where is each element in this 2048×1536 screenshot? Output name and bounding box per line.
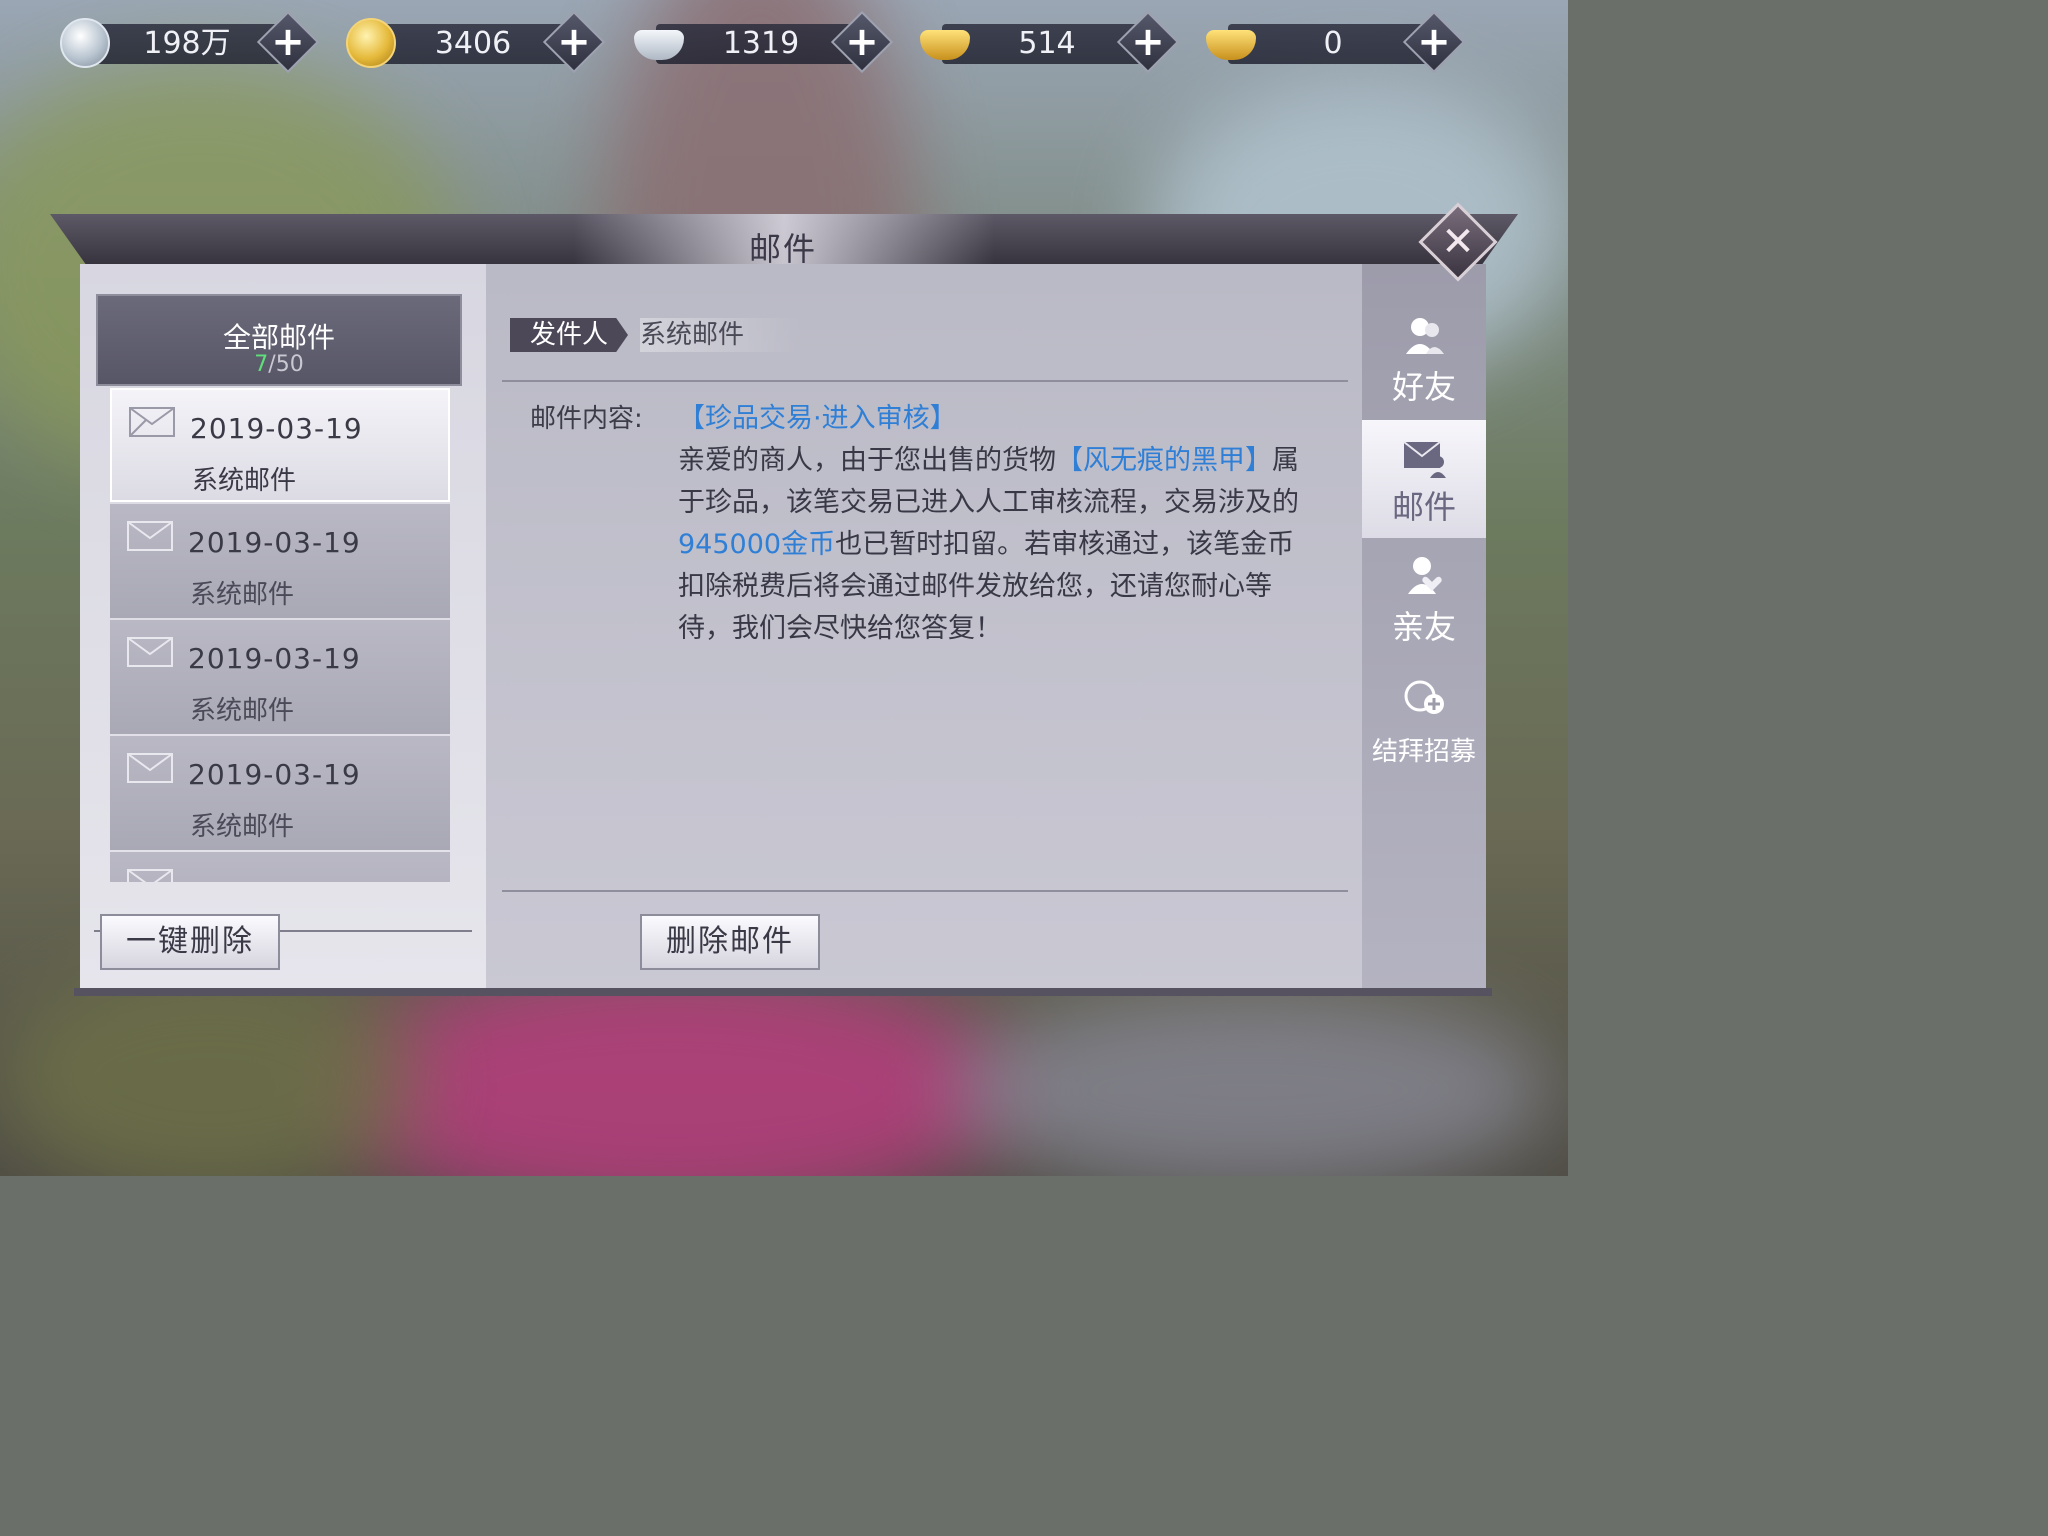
sender-value: 系统邮件 (640, 318, 800, 352)
sworn-recruit-icon (1404, 680, 1444, 714)
friends-icon (1406, 318, 1444, 354)
envelope-icon (127, 521, 173, 551)
nav-mail[interactable]: 邮件 (1362, 420, 1486, 538)
envelope-icon (127, 869, 173, 882)
mail-date: 2019-03-19 (188, 526, 361, 559)
item-name: 【风无痕的黑甲】 (1056, 445, 1272, 476)
mail-list[interactable]: 2019-03-19 系统邮件 2019-03-19 系统邮件 2019-03-… (110, 388, 450, 882)
nav-label: 邮件 (1391, 488, 1456, 526)
mail-sender: 系统邮件 (190, 580, 295, 610)
close-icon: ✕ (1441, 219, 1475, 265)
delete-mail-button[interactable]: 删除邮件 (640, 914, 820, 970)
mail-content-panel: 发件人 系统邮件 邮件内容: 【珍品交易·进入审核】 亲爱的商人，由于您出售的货… (486, 264, 1362, 994)
mail-count: 7/50 (98, 352, 460, 377)
mail-subject: 【珍品交易·进入审核】 (678, 403, 957, 434)
nav-relatives[interactable]: 亲友 (1362, 540, 1486, 658)
mail-list-item[interactable] (110, 852, 450, 882)
envelope-icon (127, 637, 173, 667)
content-label: 邮件内容: (530, 404, 643, 434)
content-divider (502, 380, 1348, 382)
dialog-title: 邮件 (748, 230, 817, 268)
mail-sender: 系统邮件 (192, 466, 297, 496)
nav-label: 结拜招募 (1371, 737, 1476, 767)
mail-sender: 系统邮件 (190, 696, 295, 726)
currency-value: 0 (1323, 26, 1343, 61)
sender-label: 发件人 (510, 318, 628, 352)
currency-silver-ingot: 1319 + (634, 10, 894, 74)
mail-list-item[interactable]: 2019-03-19 系统邮件 (110, 620, 450, 734)
mail-list-item[interactable]: 2019-03-19 系统邮件 (110, 736, 450, 850)
currency-value: 1319 (722, 26, 800, 61)
mail-date: 2019-03-19 (188, 642, 361, 675)
mail-list-item[interactable]: 2019-03-19 系统邮件 (110, 504, 450, 618)
silver-coin-icon (60, 18, 110, 68)
mail-count-current: 7 (254, 352, 269, 377)
all-mail-tab[interactable]: 全部邮件 7/50 (96, 294, 462, 386)
nav-friends[interactable]: 好友 (1362, 300, 1486, 418)
mail-list-item[interactable]: 2019-03-19 系统邮件 (110, 388, 450, 502)
currency-gold-coin: 3406 + (346, 10, 606, 74)
mail-dialog: 邮件 ✕ 全部邮件 7/50 2019-03-19 系统邮件 2019-03-1… (50, 202, 1518, 996)
currency-value: 3406 (434, 26, 512, 61)
envelope-icon (129, 407, 175, 437)
currency-silver-coin: 198万 + (60, 10, 320, 74)
mail-date: 2019-03-19 (190, 412, 363, 445)
mail-icon (1403, 441, 1446, 478)
gold-coin-icon (346, 18, 396, 68)
mail-sender: 系统邮件 (190, 812, 295, 842)
social-nav: 好友 邮件 亲友 结拜招募 (1362, 264, 1486, 994)
delete-all-button[interactable]: 一键删除 (100, 914, 280, 970)
currency-value: 514 (1018, 26, 1076, 61)
currency-locked-gold-ingot: 514 + (920, 10, 1180, 74)
envelope-icon (127, 753, 173, 783)
mail-count-total: /50 (268, 352, 304, 377)
mail-body: 【珍品交易·进入审核】 亲爱的商人，由于您出售的货物【风无痕的黑甲】属于珍品，该… (678, 398, 1304, 650)
all-mail-label: 全部邮件 (222, 321, 335, 354)
bottom-divider (502, 890, 1348, 892)
currency-gold-ingot: 0 + (1206, 10, 1466, 74)
dialog-bottom-edge (74, 988, 1492, 996)
nav-sworn-recruit[interactable]: 结拜招募 (1362, 660, 1486, 778)
nav-label: 亲友 (1391, 608, 1456, 646)
mail-date: 2019-03-19 (188, 758, 361, 791)
currency-value: 198万 (143, 26, 231, 61)
gold-amount: 945000金币 (678, 529, 836, 560)
relatives-icon (1408, 557, 1442, 594)
mail-list-panel: 全部邮件 7/50 2019-03-19 系统邮件 2019-03-19 系统邮… (80, 264, 486, 994)
nav-label: 好友 (1391, 368, 1456, 406)
body-text-1: 亲爱的商人，由于您出售的货物 (678, 445, 1056, 476)
